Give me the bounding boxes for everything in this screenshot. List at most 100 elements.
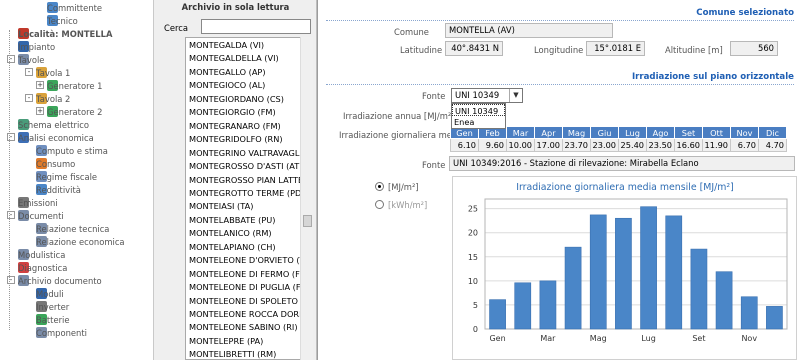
collapse-icon[interactable]: -: [25, 94, 33, 102]
month-value-cell[interactable]: 4.70: [758, 138, 787, 152]
list-item[interactable]: MONTEGALDELLA (VI): [189, 52, 279, 65]
list-scrollbar[interactable]: [300, 37, 313, 360]
tree-item[interactable]: Tavole: [18, 53, 44, 66]
list-item[interactable]: MONTELEONE SABINO (RI): [189, 321, 298, 334]
month-value-cell[interactable]: 23.00: [590, 138, 619, 152]
month-value-cell[interactable]: 25.40: [618, 138, 647, 152]
list-item[interactable]: MONTELEPRE (PA): [189, 335, 263, 348]
tree-item[interactable]: Consumo: [36, 157, 75, 170]
tree-item[interactable]: Generatore 1: [47, 79, 103, 92]
list-item[interactable]: MONTEGROSSO PIAN LATTE (I: [189, 174, 310, 187]
y-tick-label: 5: [473, 301, 478, 310]
list-item[interactable]: MONTEGRANARO (FM): [189, 120, 281, 133]
tree-item[interactable]: Diagnostica: [18, 261, 67, 274]
tree-item-label: Documenti: [18, 210, 64, 221]
list-item[interactable]: MONTELIBRETTI (RM): [189, 348, 276, 359]
dropdown-option[interactable]: Enea: [452, 116, 505, 128]
tree-item[interactable]: Tavola 1: [36, 66, 70, 79]
content-panel: Comune selezionato Comune MONTELLA (AV) …: [317, 0, 800, 360]
tree-item[interactable]: Generatore 2: [47, 105, 103, 118]
fonte-label: Fonte: [422, 91, 446, 101]
scrollbar-thumb[interactable]: [303, 215, 312, 227]
month-value-cell[interactable]: 16.60: [674, 138, 703, 152]
tree-item[interactable]: Moduli: [36, 287, 64, 300]
comune-field: MONTELLA (AV): [445, 23, 613, 38]
list-item[interactable]: MONTEIASI (TA): [189, 200, 253, 213]
tree-item[interactable]: Redditività: [36, 183, 81, 196]
month-value-cell[interactable]: 6.70: [730, 138, 759, 152]
tree-item-label: Batterie: [36, 314, 70, 325]
radio-kwh[interactable]: [375, 200, 384, 209]
list-item[interactable]: MONTELEONE D'ORVIETO (TR): [189, 254, 310, 267]
comuni-list[interactable]: MONTEGALDA (VI) MONTEGALDELLA (VI) MONTEGA…: [185, 37, 311, 360]
month-header: Nov: [730, 126, 759, 139]
month-value-cell[interactable]: 17.00: [534, 138, 563, 152]
list-item[interactable]: MONTEGIORGIO (FM): [189, 106, 276, 119]
collapse-icon[interactable]: -: [25, 68, 33, 76]
tree-item-label: Analisi economica: [18, 132, 94, 143]
tree-item[interactable]: Schema elettrico: [18, 118, 89, 131]
tree-item-label: Modulistica: [18, 249, 66, 260]
tree-item[interactable]: Analisi economica: [18, 131, 94, 144]
expand-icon[interactable]: +: [36, 81, 44, 89]
month-value-cell[interactable]: 23.70: [562, 138, 591, 152]
irradiazione-giornaliera-label: Irradiazione giornaliera media: [339, 130, 465, 140]
radio-mj[interactable]: [375, 182, 384, 191]
longitudine-field: 15°.0181 E: [586, 41, 645, 56]
month-header: Giu: [590, 126, 619, 139]
month-header: Dic: [758, 126, 787, 139]
month-value-cell[interactable]: 6.10: [450, 138, 479, 152]
tree-item[interactable]: Relazione tecnica: [36, 222, 109, 235]
list-item[interactable]: MONTELEONE ROCCA DORIA (: [189, 308, 310, 321]
fonte-dropdown-list[interactable]: UNI 10349 Enea: [451, 103, 506, 129]
list-item[interactable]: MONTELAPIANO (CH): [189, 241, 276, 254]
tree-item[interactable]: Componenti: [36, 326, 87, 339]
month-value-cell[interactable]: 23.50: [646, 138, 675, 152]
list-item[interactable]: MONTELEONE DI SPOLETO (PG: [189, 295, 310, 308]
list-item[interactable]: MONTEGROTTO TERME (PD): [189, 187, 305, 200]
tree-item[interactable]: Documenti: [18, 209, 64, 222]
tree-item-label: Regime fiscale: [36, 171, 98, 182]
irradiation-chart: Irradiazione giornaliera media mensile […: [452, 176, 797, 360]
tree-item-label: Relazione economica: [36, 236, 125, 247]
list-item[interactable]: MONTEGIORDANO (CS): [189, 93, 284, 106]
project-tree: Committente Tecnico Località: MONTELLA Impi…: [0, 0, 154, 360]
tree-item-label: Schema elettrico: [18, 119, 90, 130]
tree-item[interactable]: Relazione economica: [36, 235, 125, 248]
list-item[interactable]: MONTELEONE DI FERMO (FM): [189, 268, 310, 281]
tree-item[interactable]: Impianto: [18, 40, 55, 53]
tree-item[interactable]: Modulistica: [18, 248, 65, 261]
x-tick-label: Gen: [489, 334, 505, 343]
tree-item[interactable]: Committente: [47, 1, 102, 14]
list-item[interactable]: MONTEGRINO VALTRAVAGLIA: [189, 147, 307, 160]
expand-icon[interactable]: +: [36, 107, 44, 115]
list-item[interactable]: MONTELABBATE (PU): [189, 214, 275, 227]
list-item[interactable]: MONTELANICO (RM): [189, 227, 272, 240]
fonte-select[interactable]: UNI 10349 ▼: [451, 88, 523, 103]
chart-bar: [690, 248, 708, 330]
tree-item[interactable]: Computo e stima: [36, 144, 108, 157]
y-tick-label: 20: [468, 229, 478, 238]
list-item[interactable]: MONTEGRIDOLFO (RN): [189, 133, 283, 146]
tree-item[interactable]: Tecnico: [47, 14, 78, 27]
list-item[interactable]: MONTELEONE DI PUGLIA (FG): [189, 281, 310, 294]
chevron-down-icon[interactable]: ▼: [509, 89, 522, 102]
tree-item[interactable]: Archivio documento: [18, 274, 102, 287]
tree-item[interactable]: Emissioni: [18, 196, 58, 209]
tree-item[interactable]: Regime fiscale: [36, 170, 97, 183]
list-item[interactable]: MONTEGROSSO D'ASTI (AT): [189, 160, 302, 173]
tree-item[interactable]: Inverter: [36, 300, 69, 313]
month-value-cell[interactable]: 9.60: [478, 138, 507, 152]
search-input[interactable]: [201, 19, 311, 34]
list-item[interactable]: MONTEGIOCO (AL): [189, 79, 265, 92]
tree-item-label: Generatore 1: [47, 80, 103, 91]
list-item[interactable]: MONTEGALDA (VI): [189, 39, 264, 52]
dropdown-option[interactable]: UNI 10349: [452, 104, 505, 116]
tree-item[interactable]: Tavola 2: [36, 92, 70, 105]
month-value-cell[interactable]: 11.90: [702, 138, 731, 152]
list-item[interactable]: MONTEGALLO (AP): [189, 66, 266, 79]
tree-item[interactable]: Località: MONTELLA: [18, 27, 112, 40]
tree-item[interactable]: Batterie: [36, 313, 70, 326]
month-value-cell[interactable]: 10.00: [506, 138, 535, 152]
month-header: Ago: [646, 126, 675, 139]
